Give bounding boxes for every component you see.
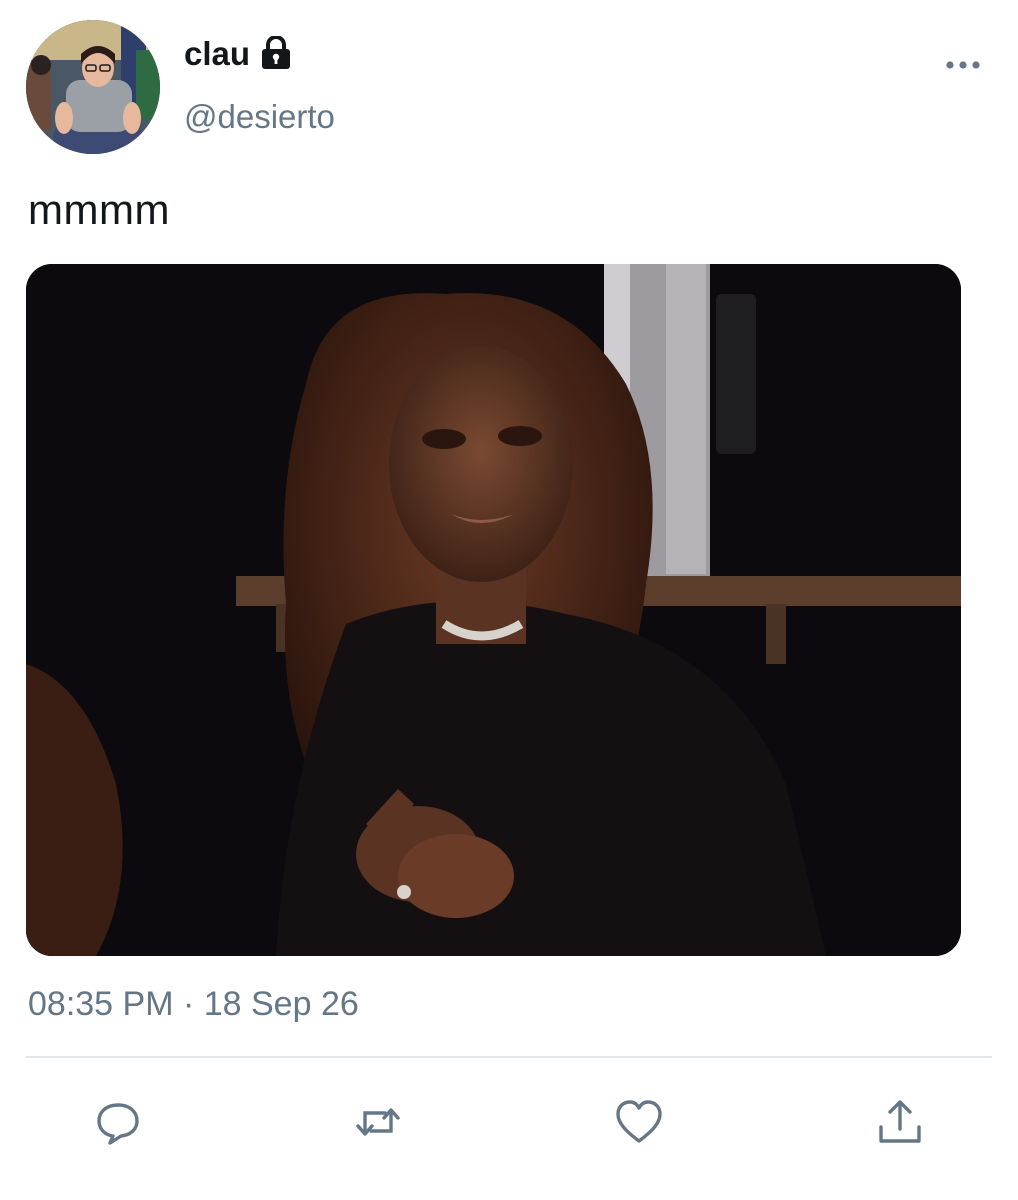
- more-horizontal-icon[interactable]: [940, 54, 986, 76]
- share-icon: [879, 1100, 921, 1143]
- like-button[interactable]: [611, 1094, 667, 1150]
- author-display-name[interactable]: clau: [184, 37, 250, 70]
- media-photo: [26, 264, 961, 956]
- share-button[interactable]: [872, 1094, 928, 1150]
- avatar-image: [26, 20, 160, 154]
- author-name-row[interactable]: clau: [184, 35, 294, 70]
- divider: [26, 1056, 992, 1058]
- tweet-timestamp[interactable]: 08:35 PM · 18 Sep 26: [28, 985, 359, 1024]
- reply-button[interactable]: [90, 1094, 146, 1150]
- author-handle[interactable]: @desierto: [184, 98, 335, 136]
- heart-icon: [616, 1100, 662, 1143]
- reply-icon: [97, 1103, 139, 1145]
- lock-icon: [258, 35, 294, 70]
- author-avatar[interactable]: [26, 20, 160, 154]
- retweet-icon: [356, 1108, 400, 1136]
- retweet-button[interactable]: [350, 1094, 406, 1150]
- tweet-text: mmmm: [28, 186, 170, 233]
- tweet-media-image[interactable]: [26, 264, 961, 956]
